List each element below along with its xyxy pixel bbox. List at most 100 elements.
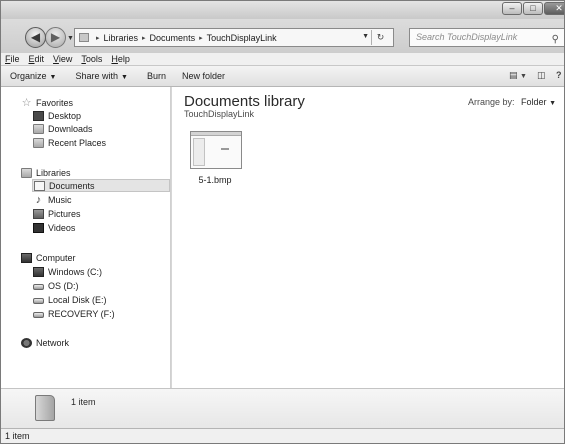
drive-icon bbox=[33, 298, 44, 304]
forward-button[interactable]: ▶ bbox=[45, 27, 66, 48]
chevron-down-icon: ▼ bbox=[121, 74, 128, 81]
nav-label: Videos bbox=[48, 222, 76, 233]
downloads-icon bbox=[33, 123, 44, 134]
help-button[interactable]: ? bbox=[556, 70, 562, 80]
breadcrumb-separator[interactable]: ▸ bbox=[96, 34, 100, 42]
videos-icon bbox=[33, 222, 44, 233]
change-view-button[interactable]: ▤ ▼ bbox=[509, 70, 527, 81]
navigation-pane: ☆ Favorites Desktop Downloads Recent Plac… bbox=[1, 87, 171, 388]
search-input[interactable]: Search TouchDisplayLink ⚲ bbox=[409, 28, 564, 48]
nav-label: Favorites bbox=[36, 97, 74, 108]
nav-item-downloads[interactable]: Downloads bbox=[33, 122, 93, 135]
file-thumbnail bbox=[190, 131, 242, 169]
file-item[interactable]: 5-1.bmp bbox=[180, 131, 250, 193]
close-icon: ✕ bbox=[555, 3, 563, 13]
nav-label: Desktop bbox=[48, 110, 82, 121]
menu-bar: File Edit View Tools Help bbox=[1, 53, 564, 65]
close-button[interactable]: ✕ bbox=[544, 2, 564, 15]
nav-item-music[interactable]: ♪ Music bbox=[33, 193, 72, 206]
details-pane: 1 item bbox=[1, 388, 564, 428]
arrange-by: Arrange by: Folder ▼ bbox=[468, 97, 556, 107]
nav-favorites[interactable]: ☆ Favorites bbox=[21, 96, 73, 109]
star-icon: ☆ bbox=[21, 96, 32, 109]
menu-file[interactable]: File bbox=[5, 54, 20, 64]
nav-libraries[interactable]: Libraries bbox=[21, 166, 71, 179]
menu-view[interactable]: View bbox=[53, 54, 72, 64]
folder-icon bbox=[79, 33, 89, 42]
organize-button[interactable]: Organize ▼ bbox=[10, 71, 56, 81]
organize-label: Organize bbox=[10, 71, 47, 81]
nav-label: Windows (C:) bbox=[48, 266, 103, 277]
nav-label: Local Disk (E:) bbox=[48, 294, 107, 305]
content-pane: Documents library TouchDisplayLink Arran… bbox=[172, 87, 564, 388]
music-icon: ♪ bbox=[35, 193, 42, 206]
search-placeholder: Search TouchDisplayLink bbox=[416, 32, 518, 42]
status-bar: 1 item bbox=[1, 428, 564, 443]
title-bar: – □ ✕ bbox=[1, 1, 564, 19]
share-with-button[interactable]: Share with ▼ bbox=[75, 71, 127, 81]
menu-edit[interactable]: Edit bbox=[29, 54, 45, 64]
breadcrumb-separator[interactable]: ▸ bbox=[142, 34, 146, 42]
breadcrumb-touchdisplaylink[interactable]: TouchDisplayLink bbox=[207, 33, 277, 43]
chevron-down-icon: ▼ bbox=[549, 100, 556, 107]
preview-pane-button[interactable]: ◫ bbox=[537, 70, 546, 81]
maximize-icon: □ bbox=[530, 3, 536, 13]
nav-label: Pictures bbox=[48, 208, 81, 219]
breadcrumb-separator[interactable]: ▸ bbox=[199, 34, 203, 42]
nav-item-pictures[interactable]: Pictures bbox=[33, 207, 81, 220]
nav-network[interactable]: Network bbox=[21, 336, 69, 349]
nav-label: Music bbox=[48, 194, 72, 205]
desktop-icon bbox=[33, 110, 44, 121]
nav-item-videos[interactable]: Videos bbox=[33, 221, 75, 234]
address-bar[interactable]: ▸ Libraries ▸ Documents ▸ TouchDisplayLi… bbox=[74, 28, 394, 47]
minimize-button[interactable]: – bbox=[502, 2, 522, 15]
nav-label: Computer bbox=[36, 252, 76, 263]
breadcrumb-libraries[interactable]: Libraries bbox=[104, 33, 139, 43]
nav-label: RECOVERY (F:) bbox=[48, 308, 115, 319]
nav-item-windows-c[interactable]: Windows (C:) bbox=[33, 265, 102, 278]
command-bar: Organize ▼ Share with ▼ Burn New folder ▤ … bbox=[1, 65, 564, 87]
arrange-by-dropdown[interactable]: Folder ▼ bbox=[521, 97, 556, 107]
new-folder-button[interactable]: New folder bbox=[182, 71, 225, 81]
breadcrumb-documents[interactable]: Documents bbox=[150, 33, 196, 43]
nav-computer[interactable]: Computer bbox=[21, 251, 76, 264]
nav-item-recent-places[interactable]: Recent Places bbox=[33, 136, 106, 149]
menu-tools[interactable]: Tools bbox=[81, 54, 102, 64]
pictures-icon bbox=[33, 208, 44, 219]
nav-item-local-disk-e[interactable]: Local Disk (E:) bbox=[33, 293, 107, 306]
chevron-down-icon: ▼ bbox=[49, 74, 57, 81]
computer-icon bbox=[21, 252, 32, 263]
details-item-count: 1 item bbox=[71, 397, 96, 407]
address-row: ◀ ▶ ▼ ▸ Libraries ▸ Documents ▸ TouchDis… bbox=[1, 19, 564, 53]
menu-help[interactable]: Help bbox=[111, 54, 130, 64]
nav-item-os-d[interactable]: OS (D:) bbox=[33, 279, 79, 292]
nav-label: Documents bbox=[49, 180, 95, 191]
recent-pages-dropdown[interactable]: ▼ bbox=[67, 35, 74, 42]
drive-icon bbox=[33, 312, 44, 318]
preview-pane-icon: ◫ bbox=[537, 70, 546, 80]
nav-label: Network bbox=[36, 337, 70, 348]
library-title: Documents library bbox=[184, 93, 305, 110]
nav-label: Downloads bbox=[48, 123, 93, 134]
arrange-by-label: Arrange by: bbox=[467, 97, 515, 107]
nav-label: Libraries bbox=[36, 167, 71, 178]
refresh-button[interactable]: ↻ bbox=[371, 30, 389, 45]
documents-icon bbox=[34, 180, 45, 191]
library-subtitle[interactable]: TouchDisplayLink bbox=[184, 109, 254, 119]
maximize-button[interactable]: □ bbox=[523, 2, 543, 15]
back-button[interactable]: ◀ bbox=[25, 27, 46, 48]
system-drive-icon bbox=[33, 266, 44, 277]
nav-item-recovery-f[interactable]: RECOVERY (F:) bbox=[33, 307, 115, 320]
library-folder-icon bbox=[35, 395, 55, 421]
help-icon: ? bbox=[556, 70, 562, 80]
nav-item-desktop[interactable]: Desktop bbox=[33, 109, 81, 122]
forward-arrow-icon: ▶ bbox=[50, 30, 61, 44]
libraries-icon bbox=[21, 167, 32, 178]
window-controls: – □ ✕ bbox=[501, 2, 564, 15]
address-dropdown-button[interactable]: ▼ bbox=[362, 33, 369, 40]
chevron-down-icon: ▼ bbox=[520, 73, 527, 80]
arrange-by-value: Folder bbox=[521, 97, 547, 107]
nav-item-documents[interactable]: Documents bbox=[32, 179, 170, 192]
burn-button[interactable]: Burn bbox=[147, 71, 166, 81]
search-icon[interactable]: ⚲ bbox=[552, 31, 559, 48]
